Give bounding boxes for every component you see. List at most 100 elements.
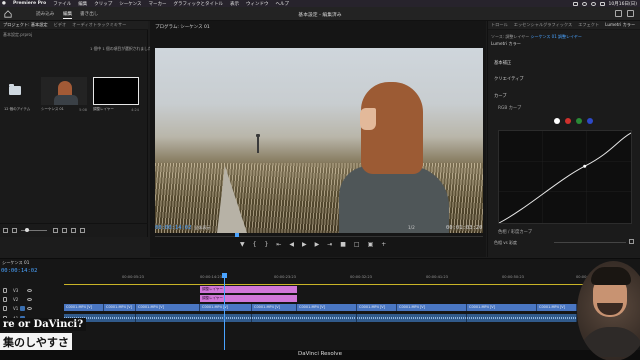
section-basic[interactable]: 基本補正 (494, 60, 511, 66)
camera-icon[interactable]: ▣ (368, 242, 374, 248)
go-to-in-icon[interactable]: ⇤ (276, 242, 281, 248)
menu-clip[interactable]: クリップ (94, 1, 112, 7)
menu-graphics[interactable]: グラフィックとタイトル (174, 1, 223, 7)
video-clip[interactable]: C0001.MP4 [V] (64, 304, 104, 311)
program-timecode-in[interactable]: 00:00:14:02 (155, 225, 191, 231)
mark-in-icon[interactable]: { (253, 242, 257, 248)
bin-sequence[interactable]: シーケンス 01 5:08 (41, 77, 87, 112)
new-bin-icon[interactable] (62, 228, 67, 233)
step-forward-icon[interactable]: ▶ (315, 242, 320, 248)
eye-icon[interactable] (27, 289, 32, 292)
timeline-playhead[interactable] (222, 273, 227, 351)
tab-project[interactable]: プロジェクト: 基本設定 (0, 22, 51, 28)
channel-blue[interactable] (587, 118, 593, 124)
hue-sat-label[interactable]: 色相 / 彩度カーブ (498, 229, 532, 235)
video-clip[interactable]: C0001.MP4 [V] (200, 304, 252, 311)
marker-icon[interactable]: ▼ (240, 242, 245, 248)
menu-help[interactable]: ヘルプ (275, 1, 289, 7)
video-clip[interactable]: C0001.MP4 [V] (467, 304, 537, 311)
tab-video[interactable]: ビデオ (51, 22, 70, 28)
trash-icon[interactable] (80, 228, 85, 233)
audio-clip[interactable] (357, 314, 467, 322)
battery-icon[interactable] (572, 1, 578, 6)
lumetri-panel: トロール エッセンシャルグラフィックス エフェクト Lumetri カラー ソー… (487, 21, 640, 257)
quick-export-icon[interactable] (615, 10, 622, 17)
search-icon[interactable] (590, 1, 596, 6)
menu-view[interactable]: 表示 (230, 1, 239, 7)
menu-app-name[interactable]: Premiere Pro (13, 1, 46, 6)
video-clip[interactable]: C0001.MP4 [V] (297, 304, 357, 311)
hue-vs-sat-bar[interactable] (554, 242, 626, 243)
menu-sequence[interactable]: シーケンス (119, 1, 141, 7)
lock-icon[interactable] (3, 297, 7, 302)
video-clip[interactable]: C0001.MP4 [V] (357, 304, 397, 311)
track-target[interactable] (20, 306, 25, 311)
program-scrub-bar[interactable] (155, 233, 483, 237)
list-view-icon[interactable] (3, 228, 8, 233)
timeline-tab[interactable]: シーケンス 01 (2, 260, 29, 266)
wifi-icon[interactable] (581, 1, 587, 6)
tab-effects[interactable]: エフェクト (575, 22, 602, 28)
video-clip[interactable]: C0001.MP4 [V] (136, 304, 200, 311)
channel-white[interactable] (554, 118, 560, 124)
control-center-icon[interactable] (599, 1, 605, 6)
eyedropper-icon[interactable] (629, 239, 634, 244)
menu-edit[interactable]: 編集 (78, 1, 87, 7)
video-clip[interactable]: C0001.MP4 [V] (252, 304, 297, 311)
audio-clip[interactable] (467, 314, 577, 322)
tab-audio-mixer[interactable]: オーディオトラックミキサー (69, 22, 129, 28)
bottom-label: DaVinci Resolve (298, 351, 342, 357)
icon-view-icon[interactable] (12, 228, 17, 233)
tab-lumetri[interactable]: Lumetri カラー (602, 22, 638, 28)
section-creative[interactable]: クリエイティブ (494, 76, 524, 82)
program-playhead[interactable] (235, 233, 239, 237)
play-icon[interactable]: ▶ (302, 242, 307, 248)
lock-icon[interactable] (3, 306, 7, 311)
zoom-select[interactable]: 全体表示 (194, 225, 211, 231)
source-sequence[interactable]: シーケンス 01 調整レイヤー (531, 34, 582, 39)
tab-essential-graphics[interactable]: エッセンシャルグラフィックス (511, 22, 575, 28)
fullscreen-icon[interactable] (627, 10, 634, 17)
video-clip[interactable]: C0001.MP4 [V] (104, 304, 136, 311)
section-curves[interactable]: カーブ (494, 93, 507, 99)
extract-icon[interactable]: □ (354, 242, 360, 248)
video-clip[interactable]: C0001.MP4 [V] (537, 304, 577, 311)
menu-window[interactable]: ウィンドウ (246, 1, 269, 7)
ruler-tick: 00:00:41:23 (426, 275, 448, 279)
resolution-select[interactable]: 1/2 (408, 225, 415, 230)
channel-green[interactable] (576, 118, 582, 124)
step-back-icon[interactable]: ◀ (289, 242, 294, 248)
new-item-icon[interactable] (71, 228, 76, 233)
menu-file[interactable]: ファイル (53, 1, 71, 7)
eye-icon[interactable] (27, 307, 32, 310)
header-icons (610, 10, 634, 17)
video-clip[interactable]: C0001.MP4 [V] (397, 304, 467, 311)
lift-icon[interactable]: ■ (340, 242, 346, 248)
adjustment-clip[interactable]: 調整レイヤー (200, 295, 297, 302)
sort-icon[interactable] (53, 228, 58, 233)
bin-adjustment-layer[interactable]: 調整レイヤー 4:24 (93, 77, 139, 112)
thumbnail-size-slider[interactable] (21, 228, 47, 232)
apple-icon[interactable]: ● (2, 1, 6, 6)
rgb-curve-graph[interactable] (498, 130, 632, 224)
bin-duration: 4:24 (131, 108, 139, 112)
mark-out-icon[interactable]: } (264, 242, 268, 248)
timeline-timecode[interactable]: 00:00:14:02 (1, 268, 37, 274)
channel-red[interactable] (565, 118, 571, 124)
tab-control[interactable]: トロール (488, 22, 511, 28)
curve-point[interactable] (583, 164, 587, 168)
audio-clip[interactable] (136, 314, 252, 322)
work-area-bar[interactable] (64, 284, 640, 285)
menu-clock[interactable]: 10月16日(日) (609, 1, 637, 7)
lock-icon[interactable] (3, 288, 7, 293)
rgb-curve-label[interactable]: RGB カーブ (498, 105, 521, 111)
go-to-out-icon[interactable]: ⇥ (327, 242, 332, 248)
source-prefix[interactable]: ソース: 調整レイヤー (491, 34, 529, 39)
menu-marker[interactable]: マーカー (149, 1, 167, 7)
audio-clip[interactable] (252, 314, 357, 322)
adjustment-clip[interactable]: 調整レイヤー (200, 286, 297, 293)
eye-icon[interactable] (27, 298, 32, 301)
webcam-shirt (579, 327, 640, 357)
document-status: - 編集済み (319, 13, 342, 18)
settings-icon[interactable]: + (381, 242, 386, 248)
